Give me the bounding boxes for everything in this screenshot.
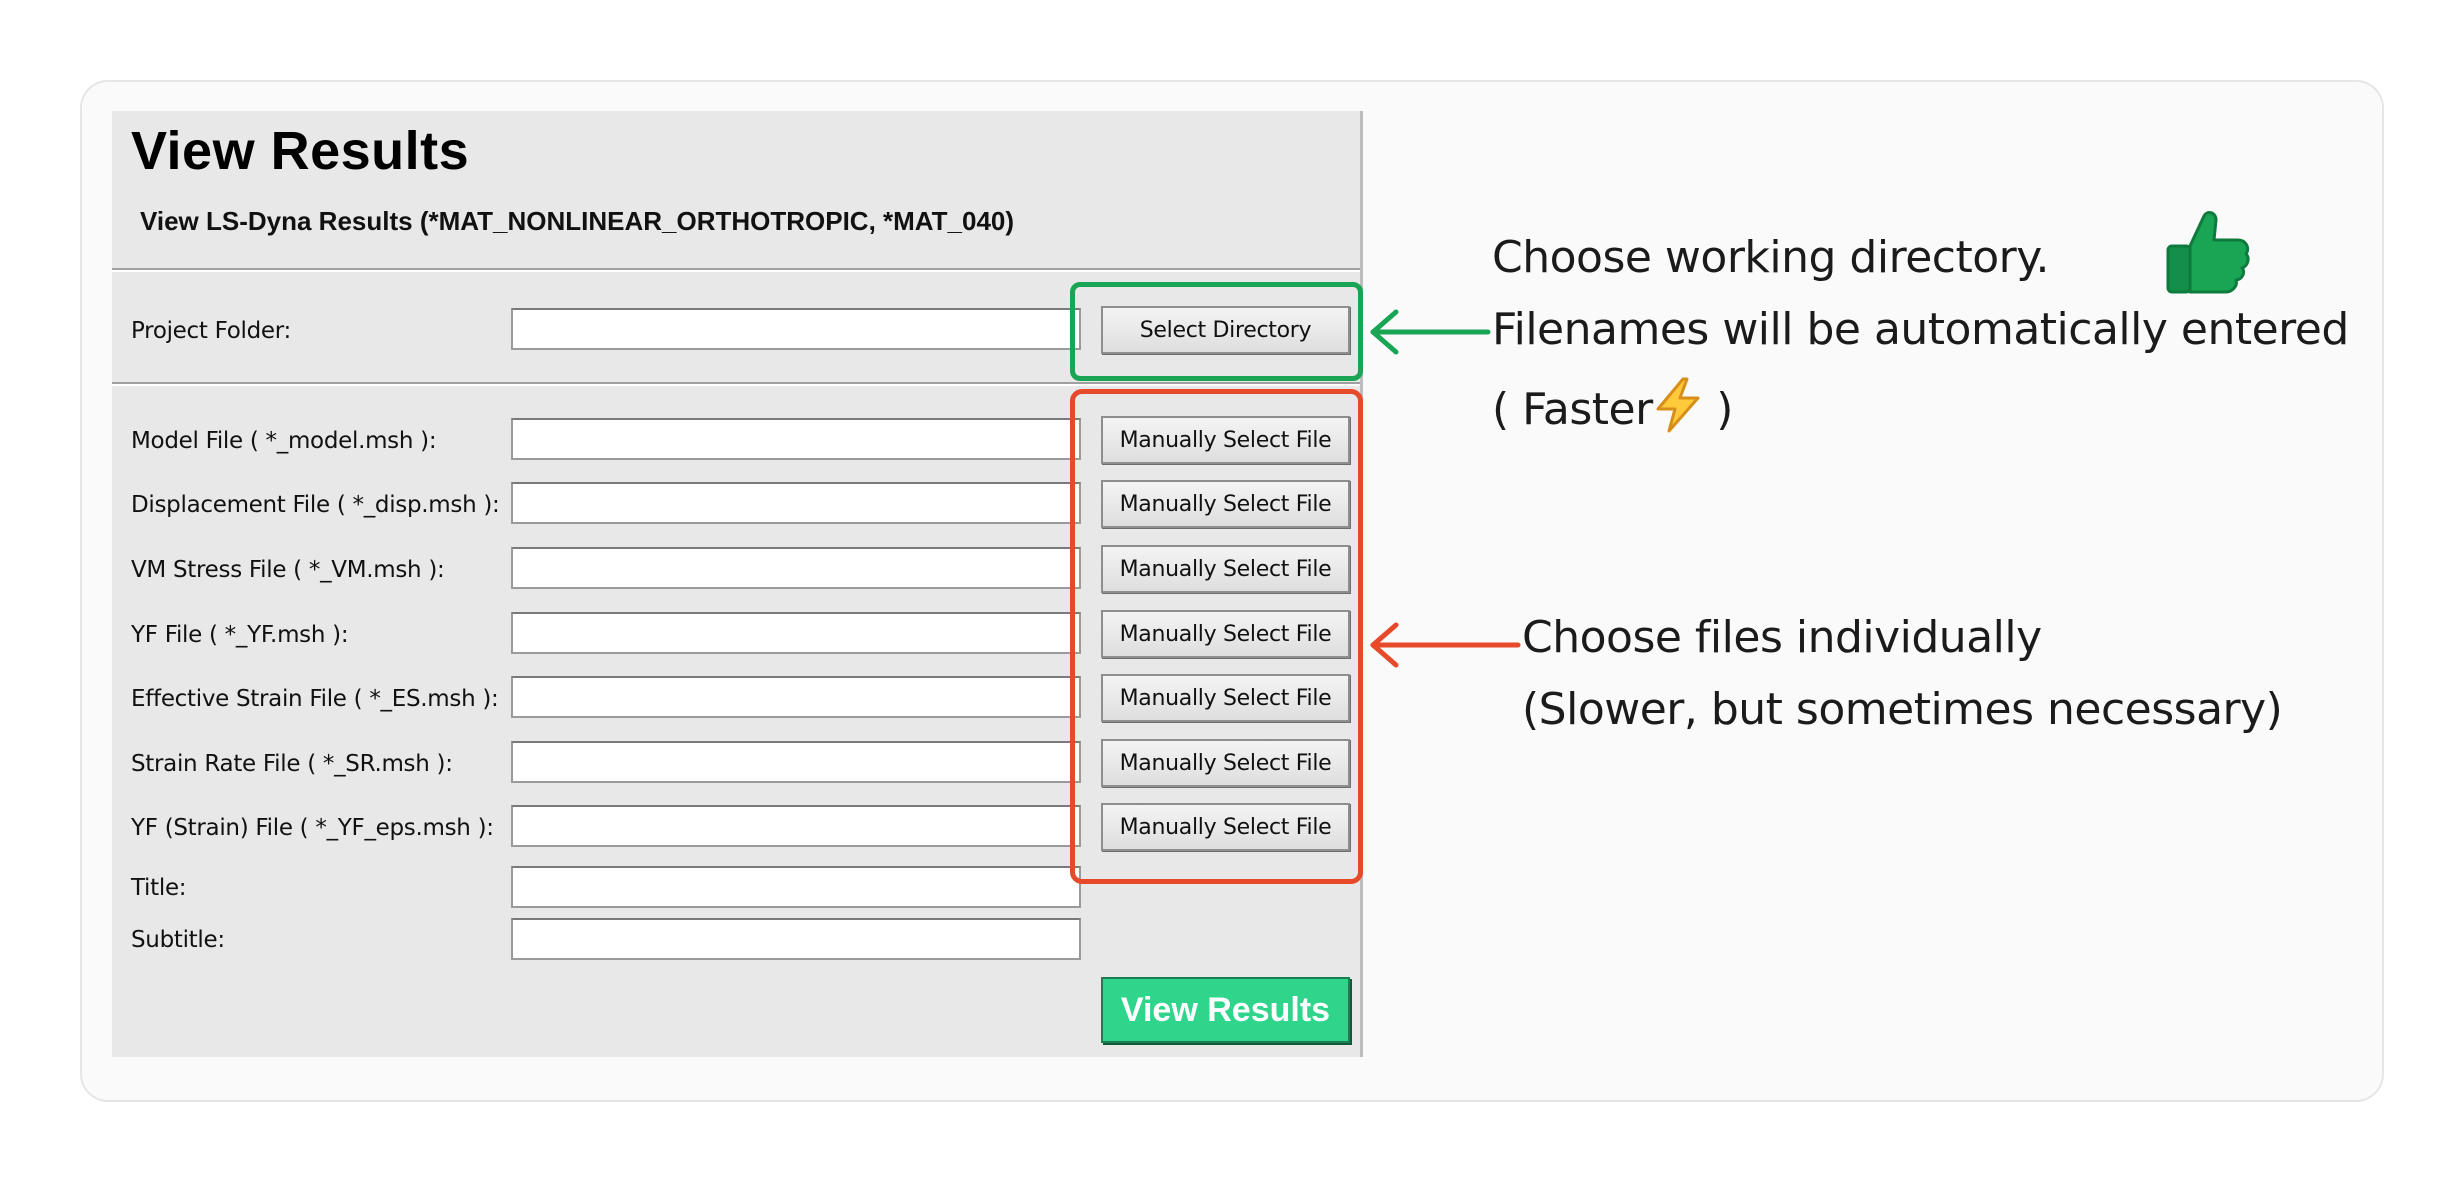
subtitle-label: Subtitle: — [131, 927, 225, 953]
directory-note-line3-prefix: ( Faster — [1492, 384, 1653, 435]
directory-note-line2: Filenames will be automatically entered — [1492, 304, 2349, 355]
project-folder-input[interactable] — [511, 308, 1081, 350]
thumbs-up-icon — [2166, 211, 2250, 294]
subtitle-input[interactable] — [511, 918, 1081, 960]
yf-strain-file-label: YF (Strain) File ( *_YF_eps.msh ): — [131, 815, 494, 841]
displacement-file-input[interactable] — [511, 482, 1081, 524]
model-file-input[interactable] — [511, 418, 1081, 460]
page-title: View Results — [131, 121, 470, 181]
yf-file-label: YF File ( *_YF.msh ): — [131, 622, 349, 648]
title-label: Title: — [131, 875, 187, 901]
manual-files-highlight-box — [1070, 389, 1363, 884]
directory-note-line3-suffix: ) — [1702, 384, 1733, 435]
individual-note-line2: (Slower, but sometimes necessary) — [1522, 684, 2283, 735]
title-input[interactable] — [511, 866, 1081, 908]
view-results-button[interactable]: View Results — [1101, 977, 1350, 1043]
individual-note-line1: Choose files individually — [1522, 612, 2042, 663]
model-file-label: Model File ( *_model.msh ): — [131, 428, 437, 454]
vm-stress-file-label: VM Stress File ( *_VM.msh ): — [131, 557, 445, 583]
strain-rate-file-label: Strain Rate File ( *_SR.msh ): — [131, 751, 453, 777]
yf-strain-file-input[interactable] — [511, 805, 1081, 847]
directory-note-line3: ( Faster ) — [1492, 376, 1733, 435]
displacement-file-label: Displacement File ( *_disp.msh ): — [131, 492, 500, 518]
yf-file-input[interactable] — [511, 612, 1081, 654]
effective-strain-file-input[interactable] — [511, 676, 1081, 718]
lightning-icon — [1656, 377, 1700, 433]
project-folder-label: Project Folder: — [131, 318, 291, 344]
page-subtitle: View LS-Dyna Results (*MAT_NONLINEAR_ORT… — [140, 206, 1015, 236]
header-divider — [112, 268, 1360, 272]
strain-rate-file-input[interactable] — [511, 741, 1081, 783]
directory-note-line1: Choose working directory. — [1492, 232, 2050, 283]
effective-strain-file-label: Effective Strain File ( *_ES.msh ): — [131, 686, 499, 712]
vm-stress-file-input[interactable] — [511, 547, 1081, 589]
directory-highlight-box — [1070, 282, 1363, 381]
project-divider — [112, 382, 1360, 386]
